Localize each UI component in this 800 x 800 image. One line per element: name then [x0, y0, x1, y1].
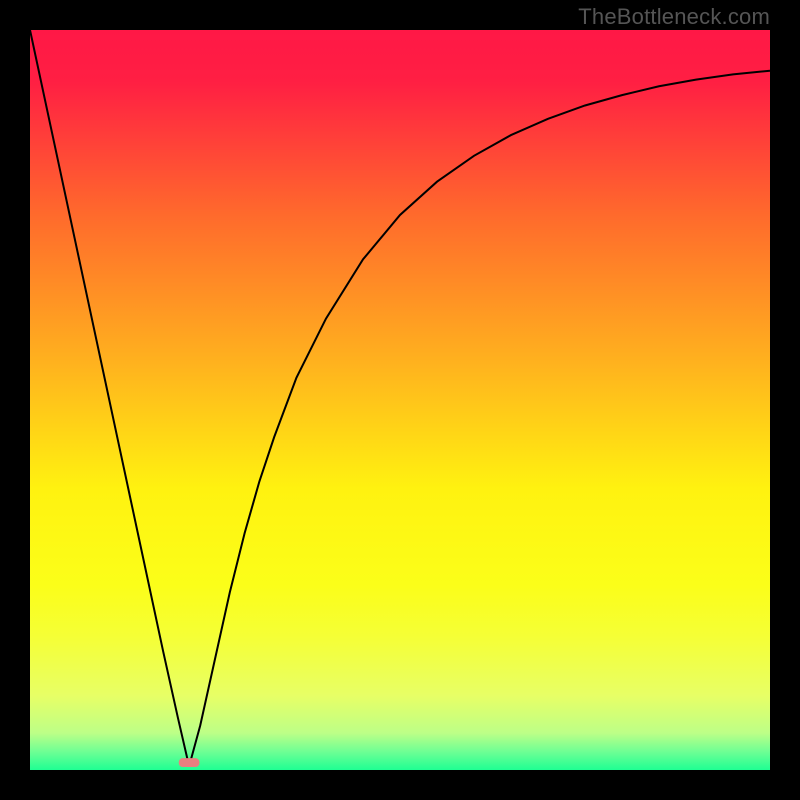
watermark-text: TheBottleneck.com [578, 4, 770, 30]
chart-svg [30, 30, 770, 770]
minimum-marker [179, 758, 200, 767]
chart-frame: TheBottleneck.com [0, 0, 800, 800]
chart-background [30, 30, 770, 770]
plot-area [30, 30, 770, 770]
